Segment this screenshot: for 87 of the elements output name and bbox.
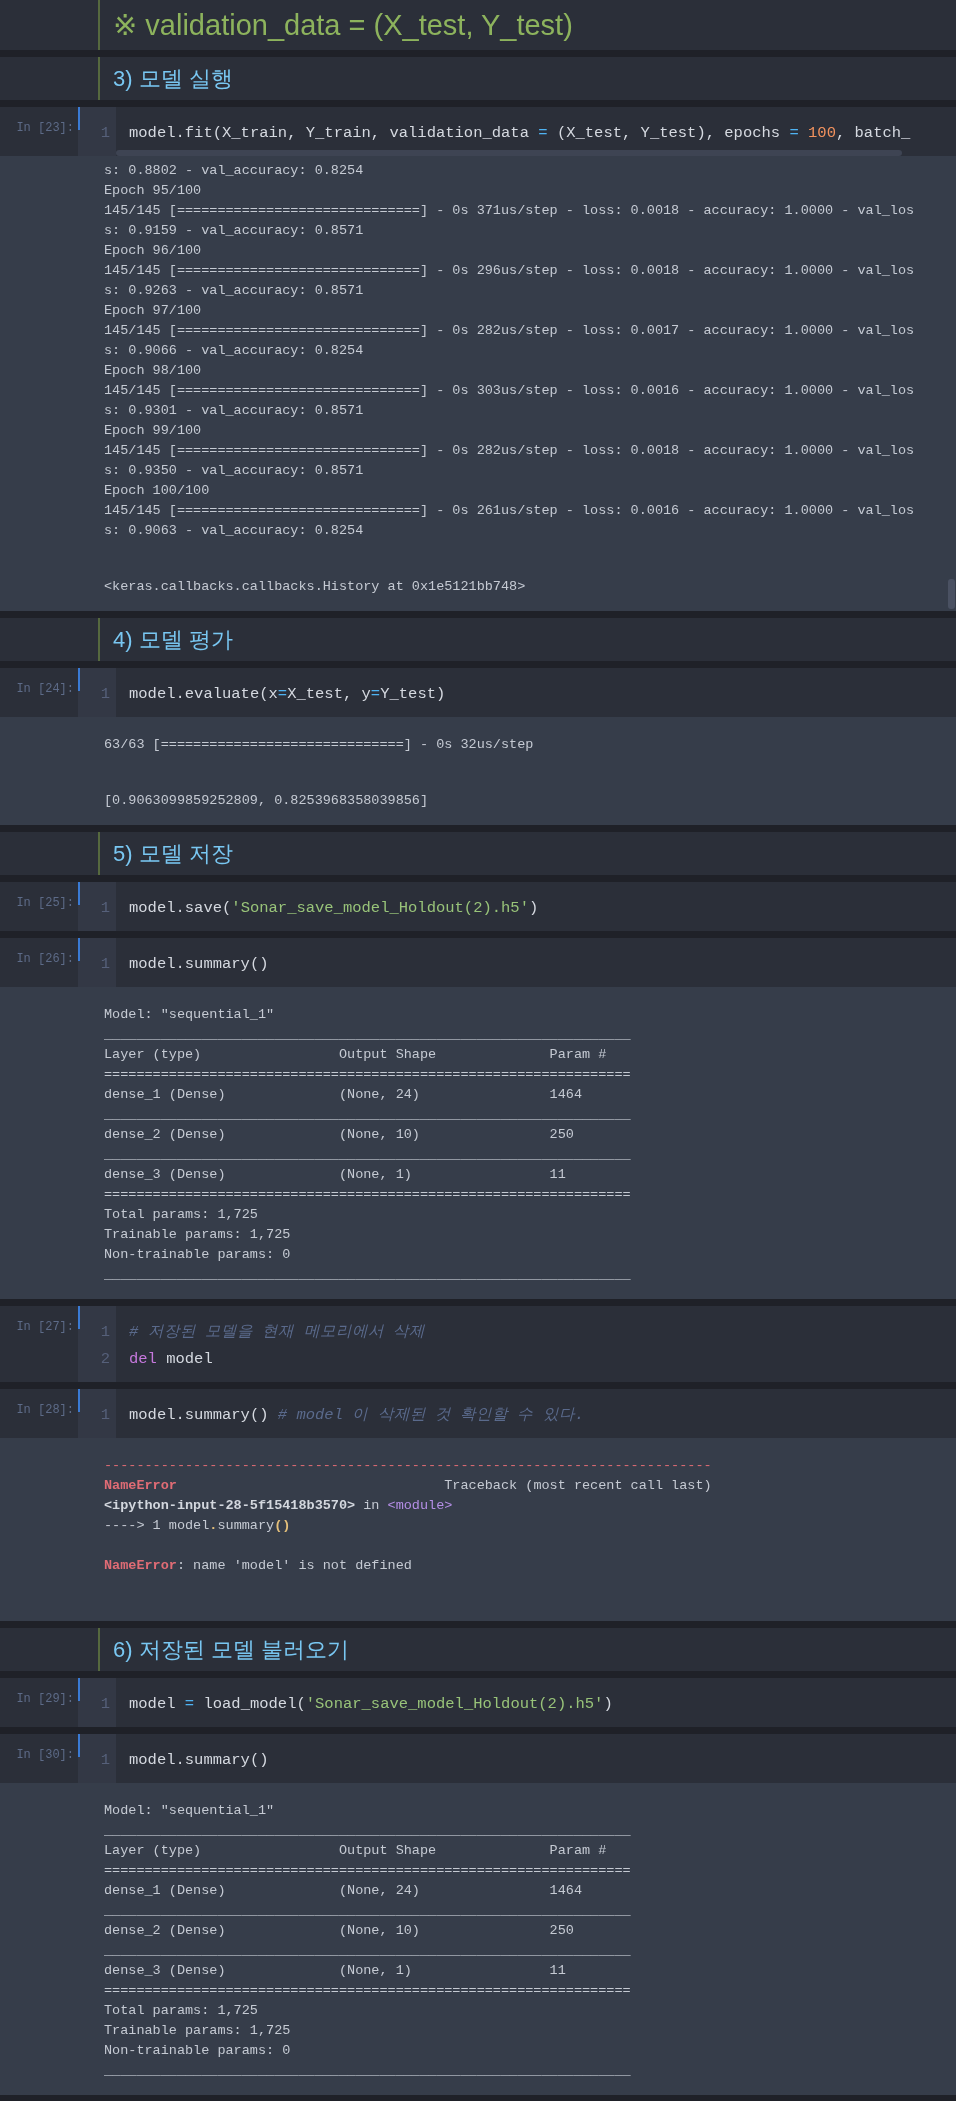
output-line: s: 0.9159 - val_accuracy: 0.8571 — [104, 222, 365, 240]
code-line: model.summary() # model 이 삭제된 것 확인할 수 있다. — [129, 1405, 585, 1425]
output-line: Non-trainable params: 0 — [104, 2042, 292, 2060]
error-line: <ipython-input-28-5f15418b3570> in <module> — [104, 1497, 454, 1515]
cell-prompt: In [24]: — [15, 681, 75, 698]
error-line: NameError Traceback (most recent call last) — [104, 1477, 713, 1495]
code-line: model.evaluate(x=X_test, y=Y_test) — [129, 684, 446, 703]
output-line: Non-trainable params: 0 — [104, 1246, 292, 1264]
output-line: dense_3 (Dense) (None, 1) 11 — [104, 1166, 567, 1184]
output-line: ================================================================= — [104, 1862, 632, 1880]
output-line: 63/63 [==============================] - 0s 32us/step — [104, 736, 535, 754]
output-line: Trainable params: 1,725 — [104, 1226, 292, 1244]
cell-prompt: In [29]: — [15, 1691, 75, 1708]
output-line: Trainable params: 1,725 — [104, 2022, 292, 2040]
cell-indicator — [78, 882, 80, 905]
output-line: _________________________________________________________________ — [104, 2062, 632, 2080]
notebook-title: ※ validation_data = (X_test, Y_test) — [113, 8, 573, 42]
output-line: ================================================================= — [104, 1066, 632, 1084]
cell-prompt: In [27]: — [15, 1319, 75, 1336]
output-line: _________________________________________________________________ — [104, 1106, 632, 1124]
output-line: Epoch 98/100 — [104, 362, 203, 380]
output-line: s: 0.9066 - val_accuracy: 0.8254 — [104, 342, 365, 360]
output-line: _________________________________________________________________ — [104, 1942, 632, 1960]
section-heading: 3) 모델 실행 — [113, 64, 233, 93]
output-line: dense_2 (Dense) (None, 10) 250 — [104, 1922, 575, 1940]
output-line: s: 0.9301 - val_accuracy: 0.8571 — [104, 402, 365, 420]
scrollbar[interactable] — [116, 150, 902, 156]
output-line: s: 0.9350 - val_accuracy: 0.8571 — [104, 462, 365, 480]
output-line: _________________________________________________________________ — [104, 1822, 632, 1840]
cell-prompt: In [25]: — [15, 895, 75, 912]
output-line: _________________________________________________________________ — [104, 1026, 632, 1044]
output-line: Model: "sequential_1" — [104, 1006, 276, 1024]
output-line: dense_2 (Dense) (None, 10) 250 — [104, 1126, 575, 1144]
error-line: ----> 1 model.summary() — [104, 1517, 292, 1535]
error-line: NameError: name 'model' is not defined — [104, 1557, 413, 1575]
code-line: model.summary() — [129, 1750, 269, 1769]
cell-prompt: In [28]: — [15, 1402, 75, 1419]
output-line: Epoch 95/100 — [104, 182, 203, 200]
output-line: _________________________________________________________________ — [104, 1902, 632, 1920]
output-line: ================================================================= — [104, 1982, 632, 2000]
output-line: Epoch 96/100 — [104, 242, 203, 260]
output-line: 145/145 [==============================] - 0s 282us/step - loss: 0.0017 - accuracy: 1.0000 - val_los — [104, 322, 916, 340]
output-line: _________________________________________________________________ — [104, 1146, 632, 1164]
code-line: model = load_model('Sonar_save_model_Holdout(2).h5') — [129, 1694, 613, 1713]
output-line: dense_1 (Dense) (None, 24) 1464 — [104, 1086, 583, 1104]
output-line: Epoch 97/100 — [104, 302, 203, 320]
cell-indicator — [78, 1306, 80, 1329]
code-line: model.save('Sonar_save_model_Holdout(2).h5') — [129, 898, 539, 917]
output-line: s: 0.9063 - val_accuracy: 0.8254 — [104, 522, 365, 540]
cell-prompt: In [30]: — [15, 1747, 75, 1764]
output-line: Total params: 1,725 — [104, 1206, 259, 1224]
output-line: 145/145 [==============================] - 0s 371us/step - loss: 0.0018 - accuracy: 1.0000 - val_los — [104, 202, 916, 220]
output-line: Model: "sequential_1" — [104, 1802, 276, 1820]
output-line: s: 0.9263 - val_accuracy: 0.8571 — [104, 282, 365, 300]
output-line: _________________________________________________________________ — [104, 1266, 632, 1284]
code-line: # 저장된 모델을 현재 메모리에서 삭제 — [129, 1322, 425, 1342]
output-line: 145/145 [==============================] - 0s 296us/step - loss: 0.0018 - accuracy: 1.0000 - val_los — [104, 262, 916, 280]
cell-indicator — [78, 668, 80, 691]
output-line: dense_1 (Dense) (None, 24) 1464 — [104, 1882, 583, 1900]
output-line: dense_3 (Dense) (None, 1) 11 — [104, 1962, 567, 1980]
result-line: <keras.callbacks.callbacks.History at 0x1e5121bb748> — [104, 578, 527, 596]
output-line: Layer (type) Output Shape Param # — [104, 1046, 608, 1064]
output-line: s: 0.8802 - val_accuracy: 0.8254 — [104, 162, 365, 180]
scrollbar[interactable] — [948, 579, 955, 609]
cell-indicator — [78, 1734, 80, 1757]
output-line: 145/145 [==============================] - 0s 303us/step - loss: 0.0016 - accuracy: 1.0000 - val_los — [104, 382, 916, 400]
cell-prompt: In [23]: — [15, 120, 75, 137]
output-line: 145/145 [==============================] - 0s 261us/step - loss: 0.0016 - accuracy: 1.0000 - val_los — [104, 502, 916, 520]
section-heading: 5) 모델 저장 — [113, 839, 233, 868]
cell-indicator — [78, 107, 80, 130]
cell-indicator — [78, 938, 80, 961]
cell-indicator — [78, 1389, 80, 1412]
section-heading: 6) 저장된 모델 불러오기 — [113, 1635, 349, 1664]
code-line: model.summary() — [129, 954, 269, 973]
output-line: Epoch 99/100 — [104, 422, 203, 440]
error-line: --------------------------------------------------------------------------- — [104, 1457, 713, 1475]
code-line: del model — [129, 1349, 213, 1368]
output-line: 145/145 [==============================] - 0s 282us/step - loss: 0.0018 - accuracy: 1.0000 - val_los — [104, 442, 916, 460]
code-line: model.fit(X_train, Y_train, validation_data = (X_test, Y_test), epochs = 100, batch_ — [129, 123, 911, 142]
cell-indicator — [78, 1678, 80, 1701]
cell-prompt: In [26]: — [15, 951, 75, 968]
output-line: ================================================================= — [104, 1186, 632, 1204]
output-line: Layer (type) Output Shape Param # — [104, 1842, 608, 1860]
section-heading: 4) 모델 평가 — [113, 625, 233, 654]
output-line: Total params: 1,725 — [104, 2002, 259, 2020]
output-line: Epoch 100/100 — [104, 482, 211, 500]
result-line: [0.9063099859252809, 0.8253968358039856] — [104, 792, 430, 810]
